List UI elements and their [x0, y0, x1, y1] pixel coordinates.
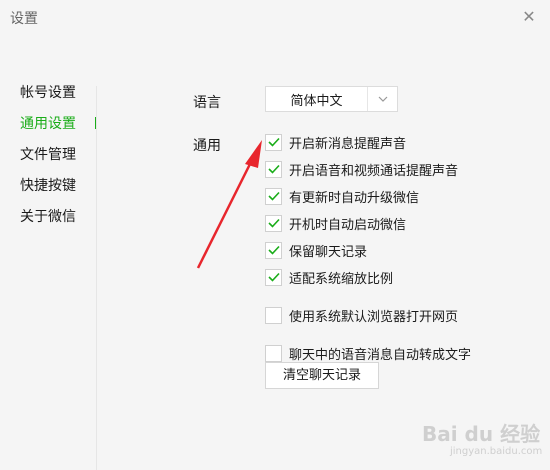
watermark-logo: Bai du 经验	[422, 422, 541, 446]
checkmark-icon	[267, 272, 280, 282]
checkmark-icon	[267, 137, 280, 147]
option-call-sound[interactable]: 开启语音和视频通话提醒声音	[265, 160, 471, 179]
option-label: 保留聊天记录	[289, 244, 368, 260]
option-label: 适配系统缩放比例	[289, 271, 394, 287]
checkbox[interactable]	[265, 214, 282, 232]
checkbox[interactable]	[265, 160, 282, 178]
sidebar-divider	[96, 86, 97, 470]
sidebar: 帐号设置 通用设置 文件管理 快捷按键 关于微信	[20, 84, 95, 239]
sidebar-item-files[interactable]: 文件管理	[20, 146, 95, 177]
checkbox[interactable]	[265, 133, 282, 151]
option-label: 开机时自动启动微信	[289, 217, 407, 233]
language-select[interactable]: 简体中文	[265, 86, 398, 112]
checkbox[interactable]	[265, 268, 282, 286]
checkmark-icon	[267, 218, 280, 228]
option-label: 开启语音和视频通话提醒声音	[289, 163, 459, 179]
chevron-down-icon	[367, 87, 397, 111]
option-auto-update[interactable]: 有更新时自动升级微信	[265, 187, 471, 206]
watermark-url: jingyan.baidu.com	[450, 446, 543, 457]
option-voice-to-text[interactable]: 聊天中的语音消息自动转成文字	[265, 344, 472, 363]
general-section-label: 通用	[193, 138, 221, 154]
option-default-browser[interactable]: 使用系统默认浏览器打开网页	[265, 306, 471, 325]
checkbox[interactable]	[265, 187, 282, 205]
language-label: 语言	[193, 95, 221, 111]
options-list: 开启新消息提醒声音开启语音和视频通话提醒声音 有更新时自动升级微信 开机时自动启动微…	[265, 133, 471, 382]
checkbox[interactable]	[265, 306, 282, 324]
option-adapt-system-scaling[interactable]: 适配系统缩放比例	[265, 268, 471, 287]
close-icon[interactable]: ✕	[520, 8, 538, 26]
sidebar-item-about[interactable]: 关于微信	[20, 208, 95, 239]
sidebar-item-shortcuts[interactable]: 快捷按键	[20, 177, 95, 208]
checkmark-icon	[267, 245, 280, 255]
clear-chat-history-button[interactable]: 清空聊天记录	[265, 362, 379, 389]
sidebar-item-general[interactable]: 通用设置	[20, 115, 95, 146]
checkbox[interactable]	[265, 241, 282, 259]
option-keep-chat-history[interactable]: 保留聊天记录	[265, 241, 471, 260]
option-label: 聊天中的语音消息自动转成文字	[289, 347, 472, 363]
option-new-message-sound[interactable]: 开启新消息提醒声音	[265, 133, 471, 152]
option-launch-at-startup[interactable]: 开机时自动启动微信	[265, 214, 471, 233]
checkbox[interactable]	[265, 344, 282, 362]
checkmark-icon	[267, 164, 280, 174]
window-title: 设置	[10, 11, 38, 27]
language-value: 简体中文	[290, 93, 343, 109]
checkmark-icon	[267, 191, 280, 201]
sidebar-item-account[interactable]: 帐号设置	[20, 84, 95, 115]
option-label: 开启新消息提醒声音	[289, 136, 407, 152]
option-label: 使用系统默认浏览器打开网页	[289, 309, 459, 325]
option-label: 有更新时自动升级微信	[289, 190, 420, 206]
